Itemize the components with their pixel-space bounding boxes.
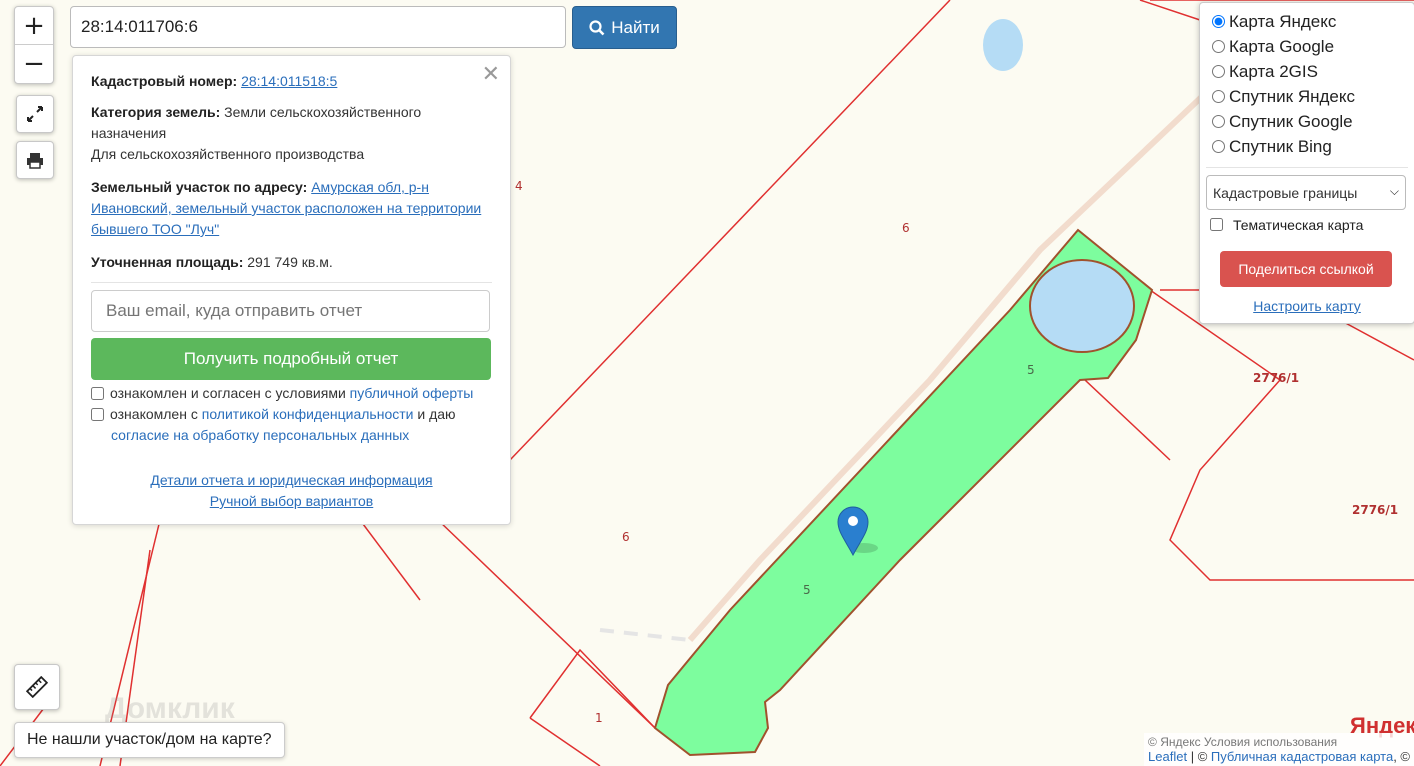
pkk-link[interactable]: Публичная кадастровая карта bbox=[1211, 749, 1393, 764]
map-label-2776-1: 2776/1 bbox=[1253, 371, 1299, 385]
attribution: © Яндекс Условия использования Leaflet |… bbox=[1144, 733, 1414, 766]
overlay-select-value: Кадастровые границы bbox=[1213, 184, 1358, 201]
layer-radio[interactable] bbox=[1212, 65, 1225, 78]
public-offer-link[interactable]: публичной оферты bbox=[350, 385, 474, 401]
privacy-agreement-text: ознакомлен с bbox=[110, 406, 202, 422]
thematic-map-checkbox[interactable] bbox=[1210, 218, 1223, 231]
land-category-row: Категория земель: Земли сельскохозяйстве… bbox=[91, 102, 492, 165]
ruler-icon bbox=[26, 676, 48, 698]
layer-radio[interactable] bbox=[1212, 115, 1225, 128]
get-report-button[interactable]: Получить подробный отчет bbox=[91, 338, 491, 380]
layer-radio[interactable] bbox=[1212, 40, 1225, 53]
overlay-select[interactable]: Кадастровые границы ⌵ bbox=[1206, 175, 1406, 210]
address-row: Земельный участок по адресу: Амурская об… bbox=[91, 177, 492, 240]
layer-radio[interactable] bbox=[1212, 90, 1225, 103]
map-label-5: 5 bbox=[803, 583, 811, 597]
attribution-separator: | © bbox=[1187, 749, 1211, 764]
layer-switcher: Карта Яндекс Карта Google Карта 2GIS Спу… bbox=[1199, 2, 1414, 324]
layer-option-google-satellite[interactable]: Спутник Google bbox=[1212, 112, 1353, 132]
map-label-4: 4 bbox=[515, 179, 523, 193]
thematic-map-label: Тематическая карта bbox=[1233, 217, 1364, 233]
cadastral-number-link[interactable]: 28:14:011518:5 bbox=[241, 73, 337, 89]
layer-option-label: Спутник Яндекс bbox=[1229, 87, 1355, 106]
pond bbox=[983, 19, 1023, 71]
chevron-down-icon: ⌵ bbox=[1389, 184, 1399, 198]
cadastral-number-label: Кадастровый номер: bbox=[91, 73, 238, 89]
layer-option-label: Карта Google bbox=[1229, 37, 1335, 56]
layer-option-google-map[interactable]: Карта Google bbox=[1212, 37, 1334, 57]
map-label-6: 6 bbox=[622, 530, 630, 544]
zoom-control: + − bbox=[14, 6, 54, 84]
land-usage-value: Для сельскохозяйственного производства bbox=[91, 146, 365, 162]
configure-map-link[interactable]: Настроить карту bbox=[1253, 298, 1361, 314]
email-field[interactable] bbox=[91, 290, 490, 332]
privacy-checkbox[interactable] bbox=[91, 408, 104, 421]
search-button[interactable]: Найти bbox=[572, 6, 677, 49]
ruler-button[interactable] bbox=[14, 664, 60, 710]
layer-option-label: Спутник Google bbox=[1229, 112, 1353, 131]
layer-option-label: Спутник Bing bbox=[1229, 137, 1332, 156]
layer-option-bing-satellite[interactable]: Спутник Bing bbox=[1212, 137, 1332, 157]
area-row: Уточненная площадь: 291 749 кв.м. bbox=[91, 252, 492, 273]
layer-option-label: Карта 2GIS bbox=[1229, 62, 1318, 81]
thematic-map-toggle[interactable]: Тематическая карта bbox=[1210, 217, 1363, 233]
offer-checkbox[interactable] bbox=[91, 387, 104, 400]
personal-data-consent-link[interactable]: согласие на обработку персональных данны… bbox=[91, 425, 456, 446]
not-found-button[interactable]: Не нашли участок/дом на карте? bbox=[14, 722, 285, 758]
parcel-info-popup: ✕ Кадастровый номер: 28:14:011518:5 Кате… bbox=[72, 55, 511, 525]
zoom-in-button[interactable]: + bbox=[15, 7, 53, 45]
map-label-2776-1: 2776/1 bbox=[1352, 503, 1398, 517]
land-category-label: Категория земель: bbox=[91, 104, 221, 120]
divider bbox=[91, 282, 492, 283]
divider bbox=[1206, 167, 1408, 168]
cadastral-number-row: Кадастровый номер: 28:14:011518:5 bbox=[91, 71, 492, 92]
privacy-agreement-text-2: и даю bbox=[413, 406, 456, 422]
search-icon bbox=[589, 19, 605, 35]
layer-option-2gis-map[interactable]: Карта 2GIS bbox=[1212, 62, 1318, 82]
map-label-1: 1 bbox=[595, 711, 603, 725]
layer-option-yandex-map[interactable]: Карта Яндекс bbox=[1212, 12, 1336, 32]
share-link-button[interactable]: Поделиться ссылкой bbox=[1220, 251, 1392, 287]
leaflet-link[interactable]: Leaflet bbox=[1148, 749, 1187, 764]
fullscreen-button[interactable] bbox=[16, 95, 54, 133]
report-details-link[interactable]: Детали отчета и юридическая информация bbox=[150, 472, 432, 488]
lake bbox=[1029, 259, 1135, 353]
offer-agreement: ознакомлен и согласен с условиями публич… bbox=[91, 383, 473, 404]
manual-selection-link[interactable]: Ручной выбор вариантов bbox=[210, 493, 374, 509]
search-button-label: Найти bbox=[611, 17, 660, 37]
offer-agreement-text: ознакомлен и согласен с условиями bbox=[110, 385, 350, 401]
privacy-agreement: ознакомлен с политикой конфиденциальност… bbox=[91, 404, 456, 446]
layer-option-label: Карта Яндекс bbox=[1229, 12, 1337, 31]
address-label: Земельный участок по адресу: bbox=[91, 179, 308, 195]
attribution-tail: , © bbox=[1393, 749, 1410, 764]
expand-icon bbox=[27, 106, 43, 122]
map-label-5: 5 bbox=[1027, 363, 1035, 377]
layer-radio[interactable] bbox=[1212, 140, 1225, 153]
layer-radio[interactable] bbox=[1212, 15, 1225, 28]
watermark: Домклик bbox=[105, 692, 236, 725]
map-label-6: 6 bbox=[902, 221, 910, 235]
print-button[interactable] bbox=[16, 141, 54, 179]
printer-icon bbox=[27, 153, 43, 169]
zoom-out-button[interactable]: − bbox=[15, 45, 53, 82]
search-input[interactable] bbox=[70, 6, 566, 48]
area-label: Уточненная площадь: bbox=[91, 254, 244, 270]
layer-option-yandex-satellite[interactable]: Спутник Яндекс bbox=[1212, 87, 1355, 107]
area-value: 291 749 кв.м. bbox=[247, 254, 333, 270]
privacy-policy-link[interactable]: политикой конфиденциальности bbox=[202, 406, 414, 422]
yandex-terms: © Яндекс Условия использования bbox=[1148, 735, 1338, 749]
